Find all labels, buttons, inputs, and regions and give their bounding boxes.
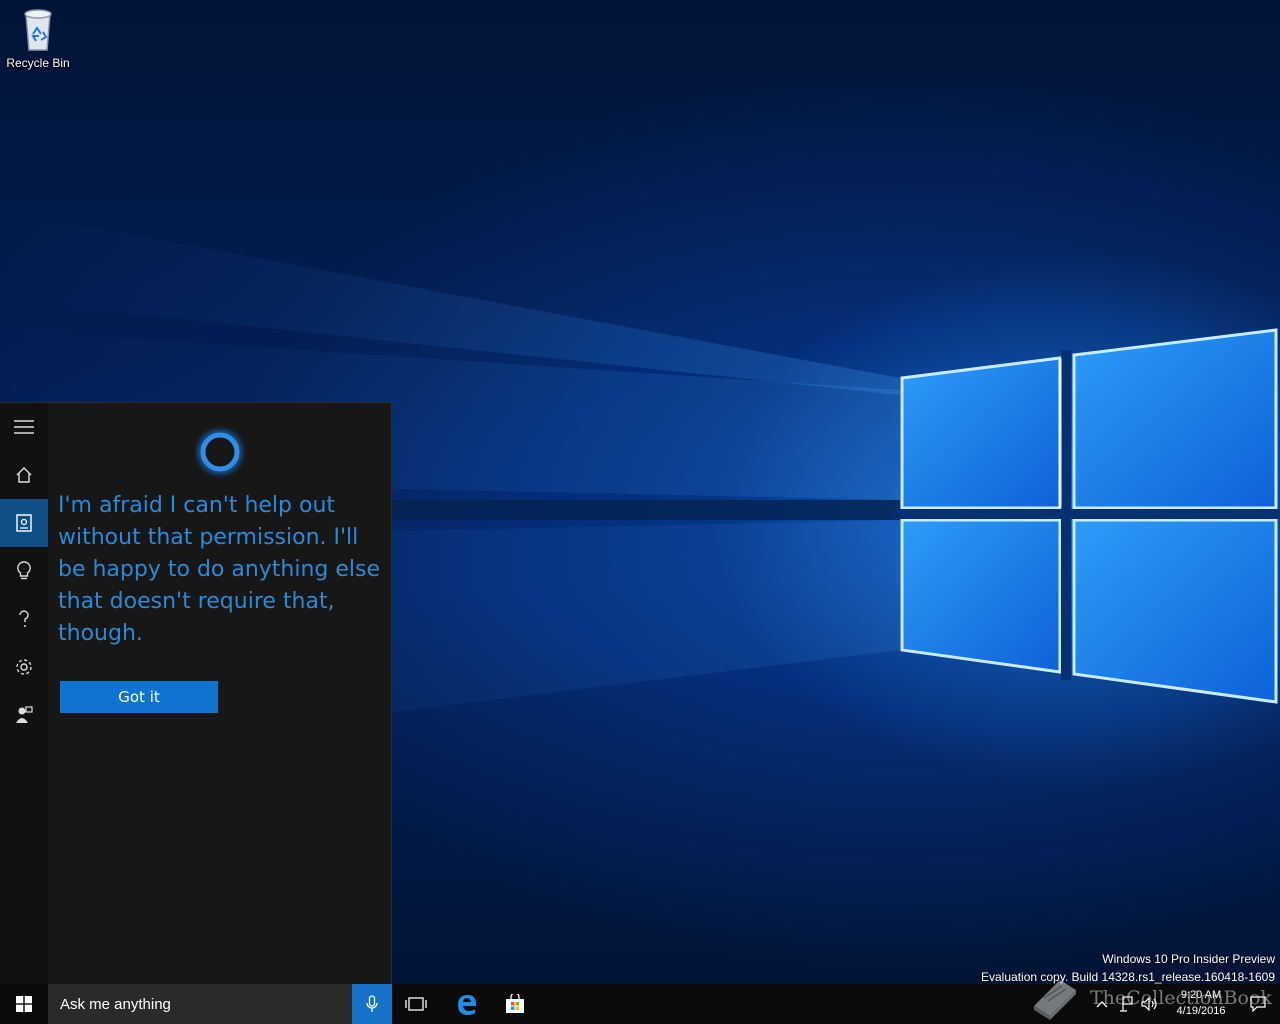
help-button[interactable]	[0, 595, 48, 643]
lightbulb-icon	[17, 561, 31, 580]
feedback-icon	[16, 706, 33, 723]
home-icon	[16, 467, 32, 483]
cortana-message: I'm afraid I can't help out without that…	[58, 493, 381, 646]
gear-icon	[16, 659, 32, 675]
watermark-build: Evaluation copy. Build 14328.rs1_release…	[981, 970, 1275, 984]
got-it-button[interactable]: Got it	[60, 681, 218, 713]
network-icon	[1120, 996, 1133, 1012]
recycle-bin-label: Recycle Bin	[6, 56, 70, 70]
search-placeholder: Ask me anything	[60, 995, 171, 1013]
feedback-button[interactable]	[0, 691, 48, 739]
start-button[interactable]	[0, 984, 48, 1024]
edge-browser-button[interactable]	[443, 984, 491, 1024]
volume-icon	[1141, 997, 1157, 1011]
search-input[interactable]: Ask me anything	[48, 984, 352, 1024]
chevron-up-icon	[1096, 1001, 1108, 1008]
hamburger-menu-button[interactable]	[0, 403, 48, 451]
clock-date: 4/19/2016	[1176, 1005, 1226, 1017]
interests-button[interactable]	[0, 547, 48, 595]
windows-logo-icon	[16, 996, 32, 1012]
notebook-icon	[16, 514, 32, 532]
notebook-button[interactable]	[0, 499, 48, 547]
action-center-icon	[1250, 996, 1266, 1012]
evaluation-watermark: Windows 10 Pro Insider Preview Evaluatio…	[981, 950, 1275, 984]
cortana-panel: I'm afraid I can't help out without that…	[0, 402, 392, 984]
home-button[interactable]	[0, 451, 48, 499]
settings-button[interactable]	[0, 643, 48, 691]
recycle-bin-desktop-icon[interactable]: Recycle Bin	[2, 6, 74, 76]
store-icon	[506, 994, 524, 1013]
cortana-logo-icon	[193, 425, 247, 479]
store-button[interactable]	[491, 984, 539, 1024]
volume-button[interactable]	[1140, 994, 1160, 1014]
microphone-icon	[366, 995, 378, 1012]
clock-time: 9:20 AM	[1180, 989, 1222, 1001]
cortana-content: I'm afraid I can't help out without that…	[48, 403, 391, 984]
network-button[interactable]	[1116, 994, 1136, 1014]
action-center-button[interactable]	[1248, 994, 1268, 1014]
recycle-bin-icon	[24, 9, 52, 51]
help-icon	[19, 610, 29, 627]
hamburger-menu-icon	[14, 420, 34, 434]
show-hidden-icons-button[interactable]	[1092, 994, 1112, 1014]
task-view-button[interactable]	[392, 984, 440, 1024]
cortana-nav-rail	[0, 403, 48, 984]
microphone-button[interactable]	[352, 984, 392, 1024]
task-view-icon	[405, 997, 427, 1011]
taskbar: Ask me anything 9:20 AM 4/19/2016	[0, 984, 1280, 1024]
system-tray: 9:20 AM 4/19/2016	[1090, 984, 1280, 1024]
edge-browser-icon	[458, 995, 476, 1015]
watermark-edition: Windows 10 Pro Insider Preview	[1102, 952, 1275, 966]
clock-button[interactable]: 9:20 AM 4/19/2016	[1166, 987, 1236, 1019]
